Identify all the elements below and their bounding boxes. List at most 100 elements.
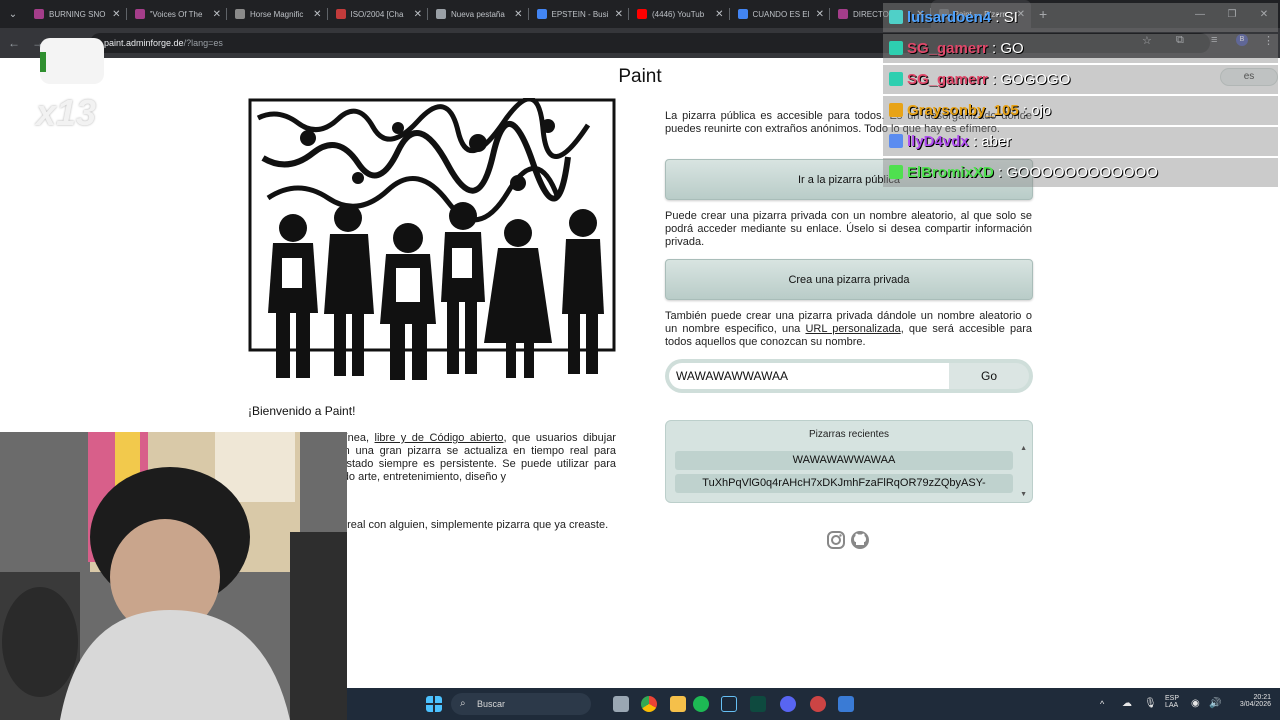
chat-separator: : (987, 40, 1001, 57)
back-icon[interactable]: ← (2, 36, 26, 50)
chat-text: ojo (1031, 102, 1052, 119)
url-path: /?lang=es (183, 38, 223, 48)
board-name-input[interactable] (669, 363, 949, 389)
chat-separator: : (968, 133, 982, 150)
app-icon[interactable] (810, 696, 826, 712)
tab-title: EPSTEIN - Busi (551, 9, 609, 19)
close-tab-icon[interactable]: ✕ (514, 9, 522, 20)
tab-search-icon[interactable]: ⌄ (0, 0, 26, 28)
chat-username: llyD4vdx (907, 133, 969, 150)
browser-tab[interactable]: Horse Magnific ✕ (227, 0, 328, 28)
private-board-text: Puede crear una pizarra privada con un n… (665, 210, 1032, 248)
chat-text: SI (1003, 9, 1018, 26)
chat-badge-icon (889, 72, 903, 86)
browser-tab[interactable]: CUANDO ES El ✕ (730, 0, 831, 28)
search-icon: ⌕ (460, 698, 466, 709)
file-explorer-icon[interactable] (670, 696, 686, 712)
recent-board-item[interactable]: TuXhPqVlG0q4rAHcH7xDKJmhFzaFlRqOR79zZQby… (675, 474, 1013, 493)
volume-icon[interactable]: 🔊 (1209, 698, 1221, 709)
recent-board-item[interactable]: WAWAWAWWAWAA (675, 451, 1013, 470)
scroll-down-arrow-icon[interactable]: ▼ (1020, 491, 1027, 498)
tab-favicon-icon (637, 9, 647, 19)
close-tab-icon[interactable]: ✕ (414, 9, 422, 20)
tray-overflow-icon[interactable]: ^ (1100, 699, 1104, 709)
steam-icon[interactable] (721, 696, 737, 712)
tab-title: Nueva pestaña (451, 9, 505, 19)
chat-badge-icon (889, 103, 903, 117)
chat-badge-icon (889, 41, 903, 55)
chat-message: SG_gamerr : GO (883, 34, 1278, 63)
lang-code: ESP (1165, 695, 1180, 702)
chat-username: luisardoen4 (907, 9, 992, 26)
chat-badge-icon (889, 165, 903, 179)
browser-tab[interactable]: BURNING SNO ✕ (26, 0, 127, 28)
recent-boards-panel: Pizarras recientes WAWAWAWWAWAA TuXhPqVl… (665, 420, 1033, 503)
microphone-icon[interactable]: 🎙 (1144, 698, 1157, 709)
spotify-icon[interactable] (693, 696, 709, 712)
chat-message: ElBromixXD : GOOOOOOOOOOOO (883, 158, 1278, 187)
close-tab-icon[interactable]: ✕ (715, 9, 723, 20)
tab-favicon-icon (737, 9, 748, 19)
chat-badge-icon (889, 10, 903, 24)
custom-board-text: También puede crear una pizarra privada … (665, 310, 1032, 349)
wifi-icon[interactable]: ◉ (1191, 698, 1200, 709)
chat-message: SG_gamerr : GOGOGO (883, 65, 1278, 94)
close-tab-icon[interactable]: ✕ (112, 9, 120, 20)
chat-message: Graysonby_105 : ojo (883, 96, 1278, 125)
browser-tab[interactable]: ISO/2004 [Cha ✕ (328, 0, 429, 28)
open-source-link[interactable]: libre y de Código abierto (375, 432, 504, 444)
close-tab-icon[interactable]: ✕ (615, 9, 623, 20)
close-tab-icon[interactable]: ✕ (213, 9, 221, 20)
custom-url-link[interactable]: URL personalizada (805, 323, 900, 335)
taskbar-search[interactable]: ⌕ Buscar (451, 693, 591, 715)
chat-badge-icon (889, 134, 903, 148)
close-tab-icon[interactable]: ✕ (313, 9, 321, 20)
chat-separator: : (987, 71, 1001, 88)
chat-username: SG_gamerr (907, 40, 988, 57)
tab-title: BURNING SNO (49, 9, 106, 19)
browser-tab[interactable]: "Voices Of The ✕ (127, 0, 228, 28)
onedrive-icon[interactable]: ☁ (1122, 698, 1132, 709)
go-button[interactable]: Go (949, 363, 1029, 389)
taskbar: ⌕ Buscar ^ ☁ 🎙 ESP LAA ◉ 🔊 20:21 3/04/2026 (347, 688, 1280, 720)
chat-message: llyD4vdx : aber (883, 127, 1278, 156)
close-tab-icon[interactable]: ✕ (816, 9, 824, 20)
chat-separator: : (1018, 102, 1032, 119)
clock[interactable]: 20:21 3/04/2026 (1233, 694, 1271, 708)
chrome-icon[interactable] (641, 696, 657, 712)
chat-text: GOGOGO (1000, 71, 1071, 88)
terminal-icon[interactable] (750, 696, 766, 712)
instagram-icon[interactable] (826, 530, 846, 550)
clock-time: 20:21 (1253, 694, 1271, 701)
notepad-icon[interactable] (838, 696, 854, 712)
board-name-form: Go (665, 359, 1033, 393)
start-button-windows-icon[interactable] (426, 696, 442, 712)
task-view-icon[interactable] (613, 696, 629, 712)
recent-boards-title: Pizarras recientes (808, 429, 890, 440)
clock-date: 3/04/2026 (1239, 701, 1271, 708)
tab-favicon-icon (536, 9, 547, 19)
tab-favicon-icon (134, 9, 145, 19)
create-private-board-button[interactable]: Crea una pizarra privada (665, 259, 1033, 300)
chat-text: aber (981, 133, 1012, 150)
tab-title: "Voices Of The (149, 9, 203, 19)
scroll-up-arrow-icon[interactable]: ▲ (1020, 445, 1027, 452)
tab-favicon-icon (335, 9, 346, 19)
browser-tab[interactable]: EPSTEIN - Busi ✕ (529, 0, 630, 28)
webcam-feed (0, 432, 347, 720)
chat-separator: : (991, 9, 1004, 26)
chat-text: GO (1000, 40, 1024, 57)
tab-favicon-icon (34, 9, 44, 19)
lang-layout: LAA (1165, 702, 1179, 709)
browser-tab[interactable]: Nueva pestaña ✕ (428, 0, 529, 28)
tab-title: CUANDO ES El (752, 9, 810, 19)
welcome-heading: ¡Bienvenido a Paint! (248, 404, 356, 418)
chat-separator: : (993, 164, 1007, 181)
input-language[interactable]: ESP LAA (1165, 695, 1179, 709)
github-icon[interactable] (850, 530, 870, 550)
browser-tab[interactable]: (4446) YouTub ✕ (629, 0, 730, 28)
chat-message: luisardoen4 : SI (883, 3, 1278, 32)
discord-icon[interactable] (780, 696, 796, 712)
tab-title: Horse Magnific (250, 9, 304, 19)
chat-text: GOOOOOOOOOOOO (1006, 164, 1158, 181)
